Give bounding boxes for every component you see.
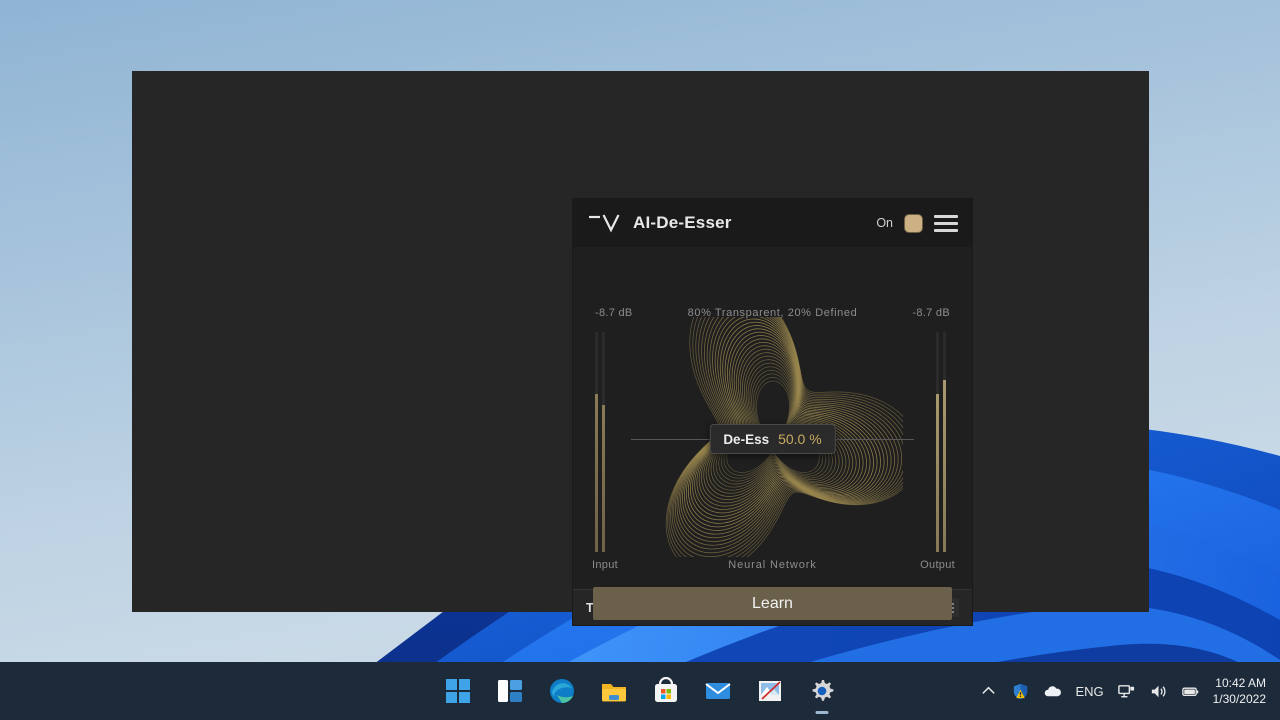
- mail-button[interactable]: [704, 677, 732, 705]
- speaker-icon[interactable]: [1149, 682, 1168, 701]
- start-button[interactable]: [444, 677, 472, 705]
- power-label: On: [876, 216, 893, 230]
- photos-button[interactable]: [756, 677, 784, 705]
- output-meter-channel-left: [936, 332, 939, 552]
- network-icon[interactable]: [1117, 682, 1136, 701]
- windows-security-warning-icon[interactable]: [1011, 682, 1030, 701]
- clock-time: 10:42 AM: [1215, 676, 1266, 690]
- output-db-readout: -8.7 dB: [912, 307, 950, 319]
- hamburger-menu-icon[interactable]: [934, 214, 958, 232]
- system-tray: ENG 10:42 AM 1/30/2022: [979, 675, 1266, 707]
- input-meter-channel-left: [595, 332, 598, 552]
- de-ess-value: 50.0 %: [778, 431, 822, 447]
- techivation-logo-icon: [589, 214, 620, 233]
- output-meter: [936, 332, 950, 552]
- ai-de-esser-plugin: AI-De-Esser On -8.7 dB 80% Transparent, …: [573, 199, 972, 625]
- microsoft-store-button[interactable]: [652, 676, 680, 705]
- clock[interactable]: 10:42 AM 1/30/2022: [1213, 675, 1266, 707]
- input-meter-channel-right: [602, 332, 605, 552]
- language-indicator[interactable]: ENG: [1075, 684, 1103, 699]
- neural-network-label: Neural Network: [728, 559, 817, 571]
- chevron-up-icon[interactable]: [979, 682, 998, 701]
- settings-button[interactable]: [808, 677, 836, 705]
- daw-host-window: AI-De-Esser On -8.7 dB 80% Transparent, …: [132, 71, 1149, 625]
- output-meter-label: Output: [920, 559, 955, 571]
- input-meter-fill-left: [595, 393, 598, 552]
- plugin-header: AI-De-Esser On: [573, 199, 972, 247]
- de-ess-label: De-Ess: [723, 432, 770, 447]
- battery-icon[interactable]: [1181, 682, 1200, 701]
- taskbar: ENG 10:42 AM 1/30/2022: [0, 662, 1280, 720]
- header-controls: On: [876, 213, 958, 233]
- edge-button[interactable]: [548, 677, 576, 705]
- input-meter: [595, 332, 609, 552]
- plugin-body: -8.7 dB 80% Transparent, 20% Defined -8.…: [573, 247, 972, 620]
- clock-date: 1/30/2022: [1212, 692, 1266, 706]
- power-toggle[interactable]: [904, 213, 923, 233]
- output-meter-fill-right: [943, 380, 946, 552]
- output-meter-fill-left: [936, 393, 939, 552]
- input-meter-fill-right: [602, 404, 605, 552]
- plugin-title: AI-De-Esser: [633, 213, 732, 232]
- de-ess-readout[interactable]: De-Ess 50.0 %: [709, 424, 836, 454]
- onedrive-cloud-icon[interactable]: [1043, 682, 1062, 701]
- widgets-button[interactable]: [496, 677, 524, 705]
- taskbar-items: [444, 676, 836, 705]
- output-meter-channel-right: [943, 332, 946, 552]
- file-explorer-button[interactable]: [600, 677, 628, 705]
- learn-button[interactable]: Learn: [593, 587, 952, 620]
